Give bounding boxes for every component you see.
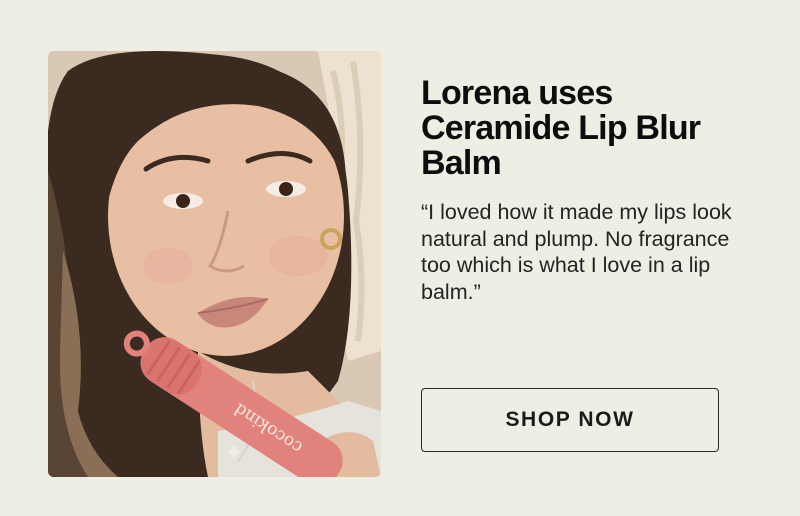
testimonial-quote: “I loved how it made my lips look natura… <box>421 200 732 304</box>
customer-photo: cocokind <box>48 51 381 477</box>
testimonial-content: Lorena uses Ceramide Lip Blur Balm “I lo… <box>421 76 751 305</box>
headline: Lorena uses Ceramide Lip Blur Balm <box>421 74 701 182</box>
shop-now-button[interactable]: SHOP NOW <box>421 388 719 452</box>
